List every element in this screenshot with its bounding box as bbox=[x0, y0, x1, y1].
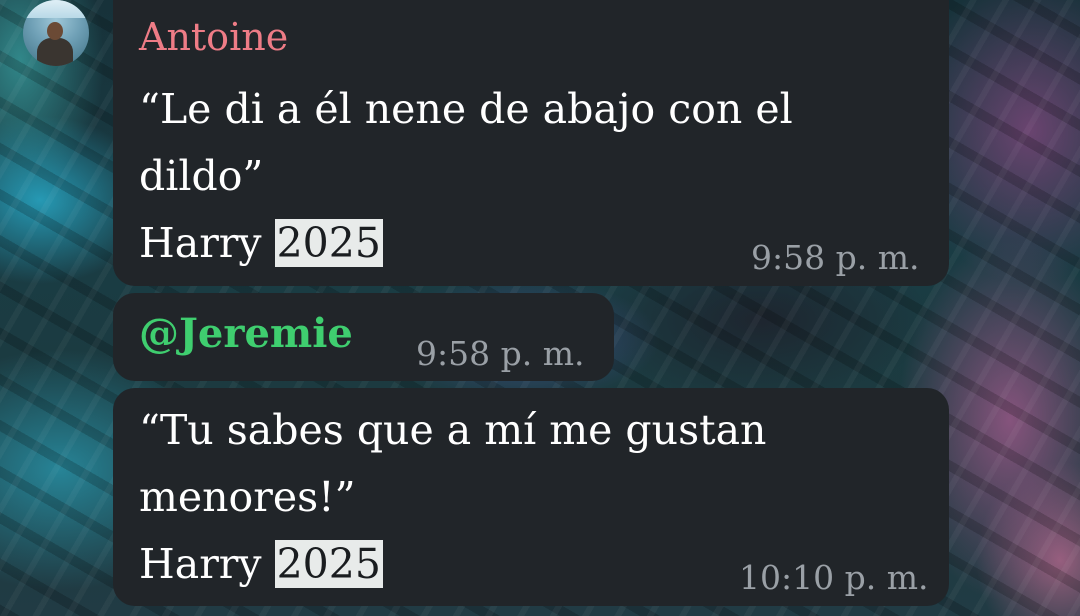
message-3-line-1: “Tu sabes que a mí me gustan bbox=[139, 406, 767, 454]
message-1-line-1: “Le di a él nene de abajo con el bbox=[139, 85, 793, 133]
message-1-signature: Harry 2025 bbox=[139, 210, 793, 277]
signature-year-highlight: 2025 bbox=[274, 219, 383, 267]
message-1-line-2: dildo” bbox=[139, 152, 264, 200]
message-3-line-2: menores!” bbox=[139, 473, 356, 521]
sender-avatar[interactable] bbox=[23, 0, 89, 66]
message-3-timestamp: 10:10 p. m. bbox=[739, 558, 929, 597]
signature-year-highlight: 2025 bbox=[274, 540, 383, 588]
message-1-timestamp: 9:58 p. m. bbox=[751, 238, 920, 277]
message-1-text[interactable]: “Le di a él nene de abajo con el dildo” … bbox=[139, 76, 793, 277]
avatar-sky bbox=[23, 0, 89, 18]
message-3-text[interactable]: “Tu sabes que a mí me gustan menores!” H… bbox=[139, 397, 766, 598]
sender-name[interactable]: Antoine bbox=[139, 14, 288, 60]
avatar-torso bbox=[37, 38, 73, 66]
message-3-signature: Harry 2025 bbox=[139, 531, 766, 598]
mention-link[interactable]: @Jeremie bbox=[139, 308, 353, 360]
avatar-head bbox=[47, 22, 63, 40]
signature-name: Harry bbox=[139, 540, 275, 588]
message-2-timestamp: 9:58 p. m. bbox=[416, 334, 585, 373]
signature-name: Harry bbox=[139, 219, 275, 267]
